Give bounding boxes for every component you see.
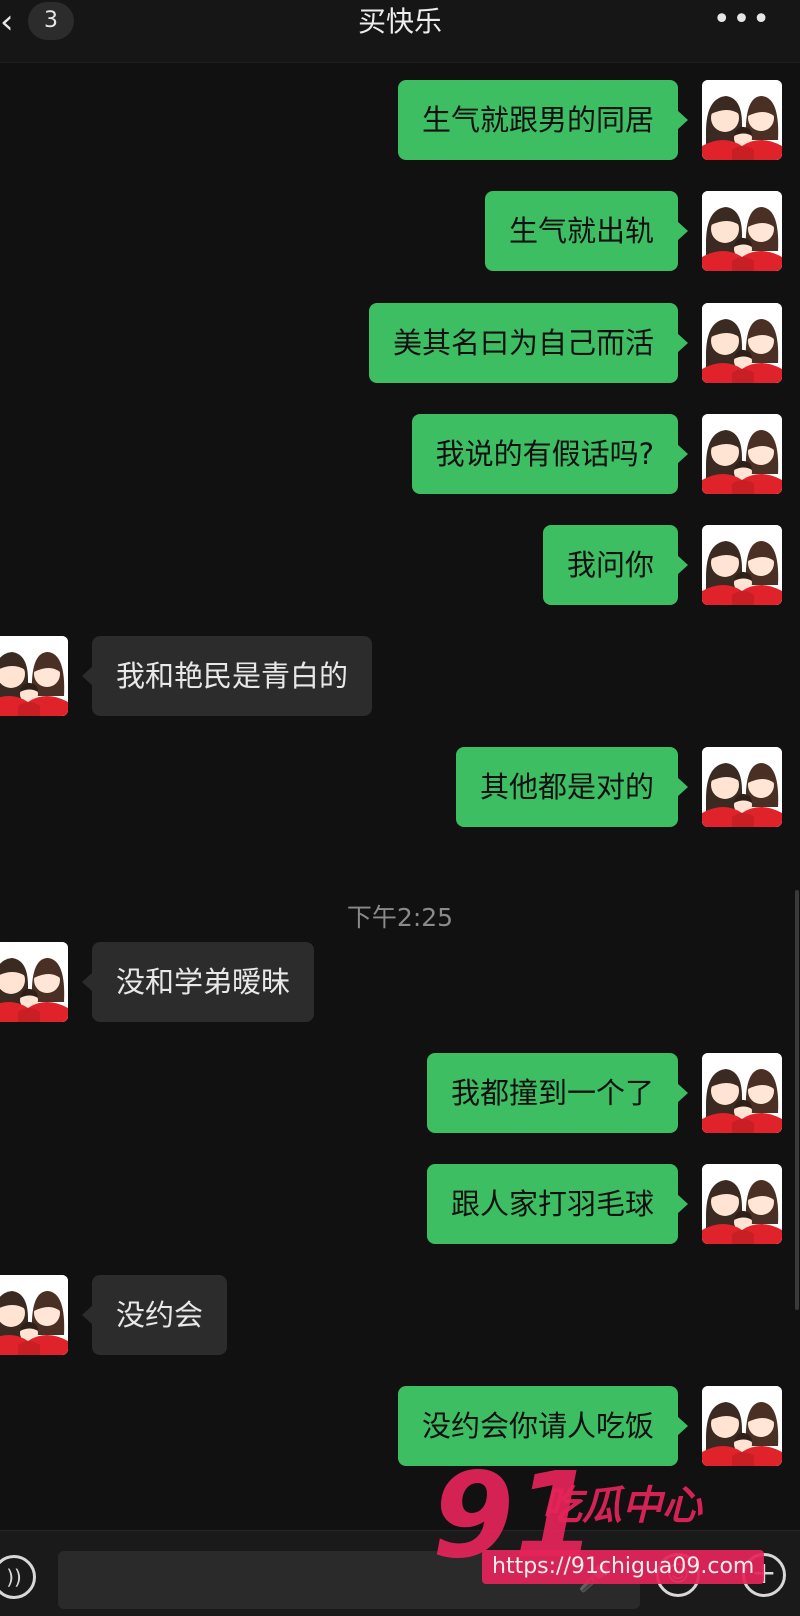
avatar[interactable] (702, 525, 782, 605)
message-bubble[interactable]: 没和学弟暧昧 (81, 942, 315, 1022)
message-row: 我和艳民是青白的 (0, 636, 800, 716)
message-row: 生气就跟男的同居 (0, 80, 800, 160)
message-bubble[interactable]: 没约会你请人吃饭 (397, 1386, 689, 1466)
chat-scrollbar[interactable] (795, 890, 799, 1310)
message-row: 美其名曰为自己而活 (0, 303, 800, 383)
microphone-icon[interactable]: 🎤 (578, 1559, 610, 1599)
message-bubble[interactable]: 没约会 (81, 1275, 228, 1355)
watermark-name: 吃瓜中心 (542, 1483, 702, 1529)
message-timestamp: 下午2:25 (346, 903, 454, 932)
message-bubble[interactable]: 我说的有假话吗? (411, 414, 689, 494)
message-row: 生气就出轨 (0, 191, 800, 271)
message-bubble[interactable]: 跟人家打羽毛球 (426, 1164, 689, 1244)
message-row: 我都撞到一个了 (0, 1053, 800, 1133)
avatar[interactable] (702, 1386, 782, 1466)
message-bubble[interactable]: 生气就跟男的同居 (397, 80, 689, 160)
message-input[interactable] (58, 1551, 640, 1609)
message-bubble[interactable]: 我都撞到一个了 (426, 1053, 689, 1133)
message-row: 没约会你请人吃饭 (0, 1386, 800, 1466)
message-row: 我说的有假话吗? (0, 414, 800, 494)
emoji-icon[interactable]: ☺ (656, 1553, 700, 1597)
input-bar: )) 🎤 ☺ + (0, 1530, 800, 1616)
avatar[interactable] (0, 1275, 68, 1355)
avatar[interactable] (702, 303, 782, 383)
plus-icon[interactable]: + (742, 1553, 786, 1597)
voice-icon[interactable]: )) (0, 1555, 36, 1599)
avatar[interactable] (702, 1164, 782, 1244)
message-row: 没和学弟暧昧 (0, 942, 800, 1022)
message-bubble[interactable]: 生气就出轨 (484, 191, 689, 271)
message-row: 我问你 (0, 525, 800, 605)
message-bubble[interactable]: 我问你 (542, 525, 689, 605)
avatar[interactable] (0, 636, 68, 716)
message-bubble[interactable]: 我和艳民是青白的 (81, 636, 373, 716)
chat-header: ‹ 3 买快乐 ••• (0, 0, 800, 63)
avatar[interactable] (702, 747, 782, 827)
avatar[interactable] (702, 414, 782, 494)
chat-title: 买快乐 (357, 5, 442, 38)
avatar[interactable] (702, 1053, 782, 1133)
message-bubble[interactable]: 美其名曰为自己而活 (368, 303, 689, 383)
avatar[interactable] (702, 80, 782, 160)
message-row: 其他都是对的 (0, 747, 800, 827)
avatar[interactable] (702, 191, 782, 271)
message-row: 跟人家打羽毛球 (0, 1164, 800, 1244)
more-dots-icon[interactable]: ••• (713, 4, 772, 36)
avatar[interactable] (0, 942, 68, 1022)
message-row: 没约会 (0, 1275, 800, 1355)
message-bubble[interactable]: 其他都是对的 (455, 747, 689, 827)
